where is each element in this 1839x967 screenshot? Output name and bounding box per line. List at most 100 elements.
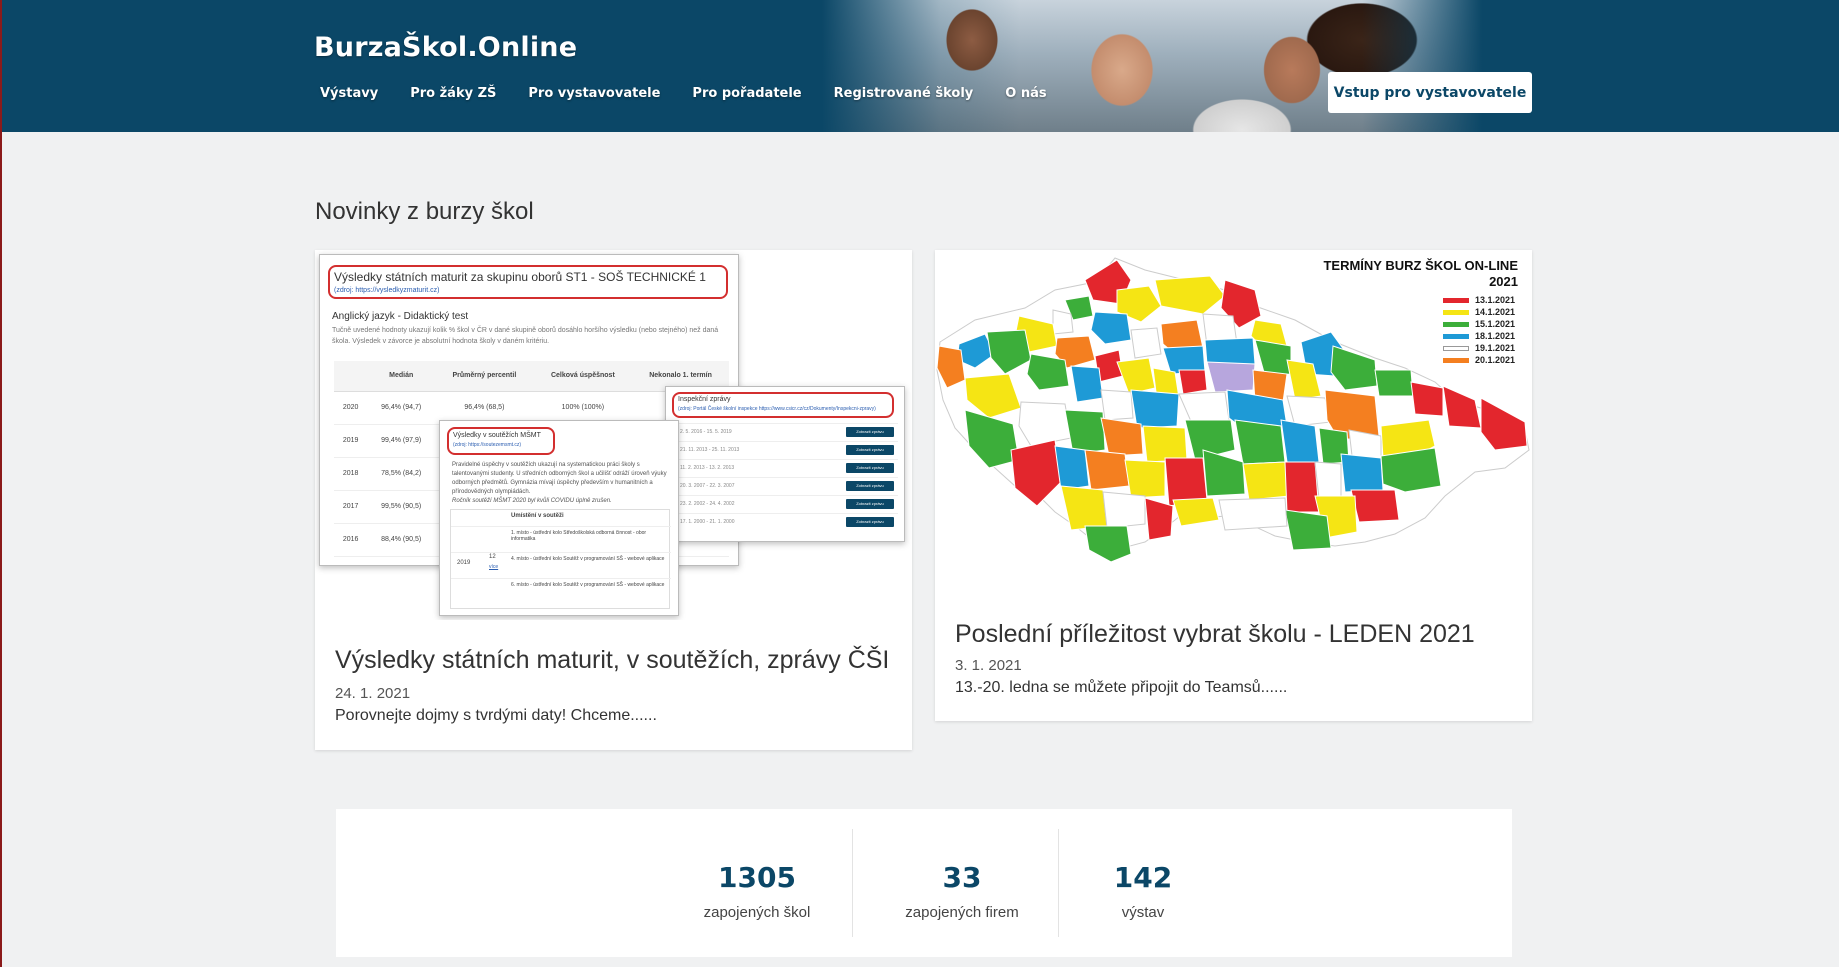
show-report-button: Zobrazit zprávu [846, 445, 894, 455]
shot-source: (zdroj: https://soutezemsmt.cz) [453, 442, 522, 448]
district-shape [1178, 369, 1208, 395]
district-shape [1242, 461, 1290, 501]
district-shape [1234, 419, 1286, 465]
table-cell: 2017 [334, 490, 368, 524]
inspection-reports-screenshot: Inspekční zprávy (zdroj: Portál České šk… [665, 386, 905, 542]
map-title-line: TERMÍNY BURZ ŠKOL ON-LINE [1323, 258, 1518, 273]
news-card-title[interactable]: Výsledky státních maturit, v soutěžích, … [335, 646, 889, 675]
table-cell: 2020 [334, 391, 368, 425]
stat-value: 1305 [718, 861, 796, 894]
list-item: 11. 2. 2013 - 13. 2. 2013 Zobrazit zprávu [676, 459, 898, 475]
list-item: 21. 11. 2013 - 25. 11. 2013 Zobrazit zprá… [676, 441, 898, 457]
table-header: Medián [367, 361, 436, 392]
district-shape [1286, 395, 1332, 427]
table-cell: 96,4% (94,7) [367, 391, 436, 425]
legend-item: 15.1.2021 [1443, 318, 1515, 330]
show-report-button: Zobrazit zprávu [846, 427, 894, 437]
show-report-button: Zobrazit zprávu [846, 517, 894, 527]
district-shape [1172, 497, 1220, 527]
district-shape [1018, 401, 1072, 447]
district-shape [1100, 417, 1144, 457]
legend-label: 15.1.2021 [1475, 319, 1516, 329]
table-row: 6. místo - ústřední kolo Soutěž v progra… [451, 578, 671, 600]
district-shape [1070, 365, 1104, 403]
legend-swatch [1443, 333, 1469, 339]
nav-pro-vystavovatele[interactable]: Pro vystavovatele [528, 86, 660, 101]
map-legend: 13.1.2021 14.1.2021 15.1.2021 18.1.2021 … [1443, 294, 1515, 366]
shot-source: (zdroj: Portál České školní inspekce htt… [678, 406, 876, 412]
district-shape [1340, 453, 1384, 493]
district-shape [1084, 525, 1132, 563]
district-shape [1218, 497, 1288, 531]
site-logo[interactable]: BurzaŠkol.Online [314, 32, 577, 63]
nav-vystavy[interactable]: Výstavy [320, 86, 378, 101]
nav-pro-zaky-zs[interactable]: Pro žáky ZŠ [410, 86, 496, 101]
news-card-title[interactable]: Poslední příležitost vybrat školu - LEDE… [955, 620, 1475, 649]
nav-o-nas[interactable]: O nás [1005, 86, 1046, 101]
district-shape [1060, 485, 1108, 531]
district-shape [1284, 509, 1332, 551]
district-shape [1144, 497, 1174, 541]
district-shape [1124, 459, 1166, 499]
nav-pro-poradatele[interactable]: Pro pořadatele [692, 86, 801, 101]
show-report-button: Zobrazit zprávu [846, 481, 894, 491]
list-item: 2. 5. 2016 - 15. 5. 2019 Zobrazit zprávu [676, 423, 898, 439]
table-cell: 78,5% (84,2) [367, 457, 436, 491]
list-item: 20. 3. 2007 - 22. 3. 2007 Zobrazit zprávu [676, 477, 898, 493]
news-card-maturity[interactable]: Výsledky státních maturit za skupinu obo… [315, 250, 912, 750]
legend-swatch [1443, 297, 1469, 303]
table-cell: 2019 [334, 424, 368, 458]
district-shape [1102, 491, 1146, 529]
news-card-image[interactable]: Výsledky státních maturit za skupinu obo… [315, 250, 912, 620]
table-row: 1. místo - ústřední kolo Středoškolská o… [451, 526, 671, 548]
stat-exhibitions: 142 výstav [1068, 829, 1218, 937]
stat-divider [852, 829, 853, 937]
legend-swatch [1443, 309, 1469, 315]
news-card-january[interactable]: TERMÍNY BURZ ŠKOL ON-LINE 2021 13.1.2021… [935, 250, 1532, 721]
stat-label: zapojených škol [703, 904, 811, 921]
site-header: BurzaŠkol.Online Výstavy Pro žáky ZŠ Pro… [2, 0, 1839, 132]
table-header [334, 361, 368, 392]
table-row: 4. místo - ústřední kolo Soutěž v progra… [451, 552, 671, 574]
legend-swatch [1443, 321, 1469, 327]
table-cell: 2018 [334, 457, 368, 491]
news-card-date: 24. 1. 2021 [335, 685, 411, 702]
shot-text: Pravidelné úspěchy v soutěžích ukazují n… [452, 462, 667, 504]
nav-registrovane-skoly[interactable]: Registrované školy [834, 86, 974, 101]
district-shape [1054, 445, 1090, 491]
stat-value: 142 [1113, 861, 1173, 894]
news-card-excerpt: 13.-20. ledna se můžete připojit do Team… [955, 679, 1288, 696]
stat-label: výstav [1121, 904, 1165, 921]
district-shape [1130, 389, 1180, 429]
exhibitor-login-button[interactable]: Vstup pro vystavovatele [1328, 72, 1532, 113]
legend-label: 20.1.2021 [1475, 355, 1516, 365]
district-shape [1350, 489, 1400, 523]
table-cell: 2016 [334, 523, 368, 557]
news-card-image[interactable]: TERMÍNY BURZ ŠKOL ON-LINE 2021 13.1.2021… [935, 250, 1532, 592]
news-card-date: 3. 1. 2021 [955, 657, 1022, 674]
shot-source: (zdroj: https://vysledkyzmaturit.cz) [334, 287, 440, 294]
shot-title: Výsledky v soutěžích MŠMT [453, 432, 541, 439]
legend-label: 18.1.2021 [1475, 331, 1516, 341]
district-shape [1374, 369, 1414, 397]
district-shape [1410, 381, 1444, 417]
shot-subtitle: Anglický jazyk - Didaktický test [332, 311, 469, 322]
show-report-button: Zobrazit zprávu [846, 499, 894, 509]
shot-title: Inspekční zprávy [678, 396, 731, 403]
district-shape [1284, 461, 1320, 513]
legend-label: 19.1.2021 [1475, 343, 1516, 353]
stat-schools: 1305 zapojených škol [672, 829, 842, 937]
show-report-button: Zobrazit zprávu [846, 463, 894, 473]
map-title: TERMÍNY BURZ ŠKOL ON-LINE 2021 [1323, 258, 1518, 290]
main-nav: Výstavy Pro žáky ZŠ Pro vystavovatele Pr… [320, 86, 1079, 101]
district-shape [1130, 327, 1162, 359]
legend-swatch [1443, 345, 1469, 351]
news-card-excerpt: Porovnejte dojmy s tvrdými daty! Chceme.… [335, 707, 657, 724]
stat-label: zapojených firem [905, 904, 1019, 921]
legend-item: 13.1.2021 [1443, 294, 1515, 306]
legend-item: 14.1.2021 [1443, 306, 1515, 318]
map-title-line: 2021 [1489, 274, 1518, 289]
table-cell: 99,4% (97,9) [367, 424, 436, 458]
news-section-title: Novinky z burzy škol [315, 198, 534, 225]
legend-label: 14.1.2021 [1475, 307, 1516, 317]
